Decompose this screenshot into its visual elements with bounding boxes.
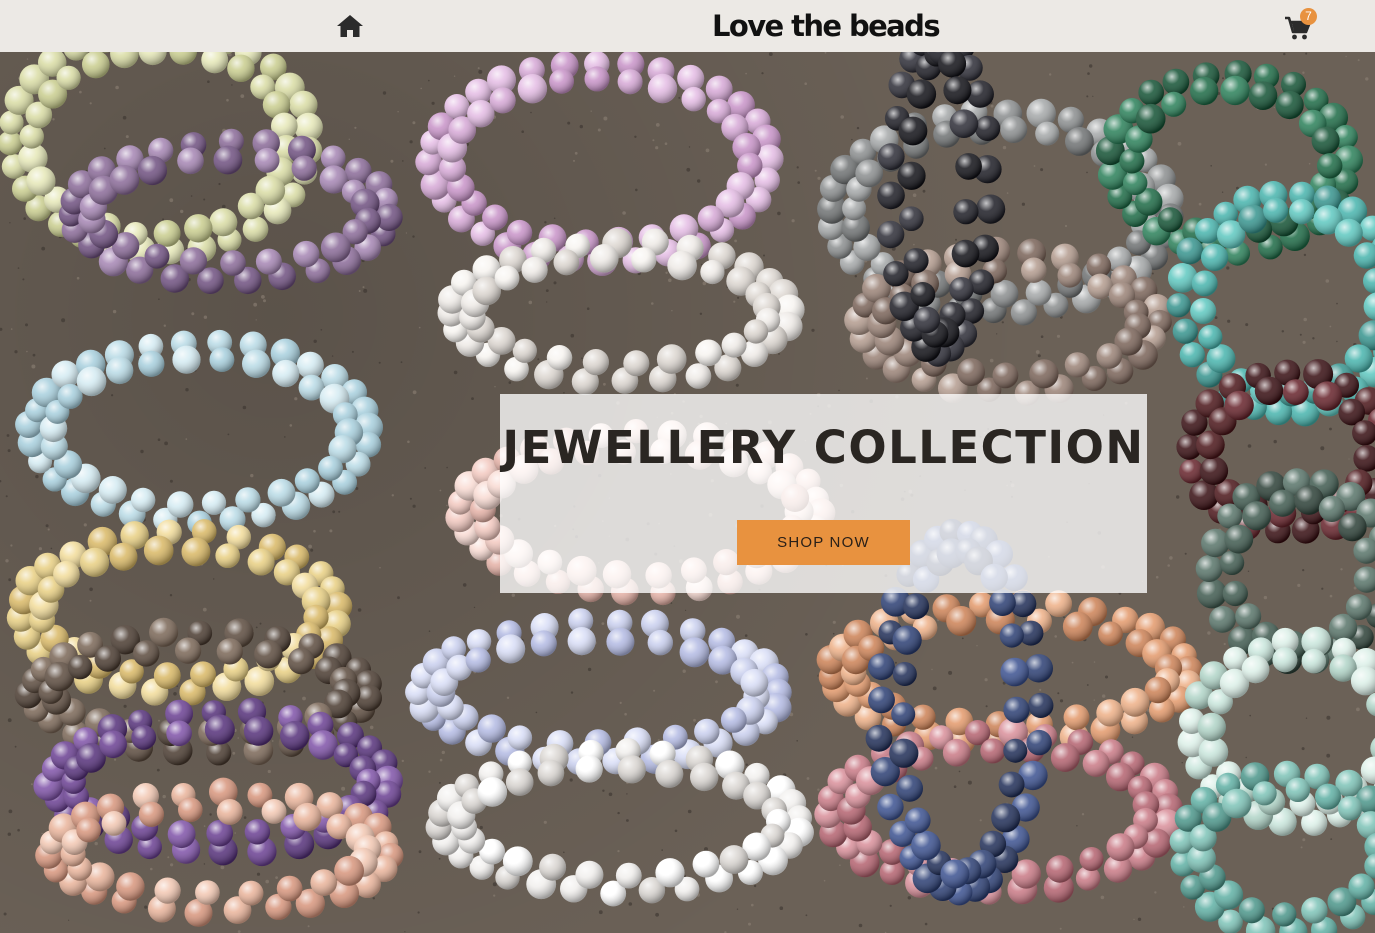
site-header: Love the beads 7 [0, 0, 1375, 52]
cart-count-badge: 7 [1300, 8, 1317, 25]
home-link[interactable] [336, 13, 364, 39]
promo-box: JEWELLERY COLLECTION SHOP NOW [500, 394, 1147, 593]
page: Love the beads 7 JEWELLERY COLLECTION SH… [0, 0, 1375, 933]
brand-wrapper: Love the beads [0, 6, 1375, 46]
brand-logo[interactable]: Love the beads [712, 6, 941, 46]
shop-now-button[interactable]: SHOP NOW [737, 520, 910, 565]
home-icon [337, 15, 363, 37]
promo-title: JEWELLERY COLLECTION [502, 421, 1145, 474]
cart-link[interactable]: 7 [1284, 8, 1324, 42]
